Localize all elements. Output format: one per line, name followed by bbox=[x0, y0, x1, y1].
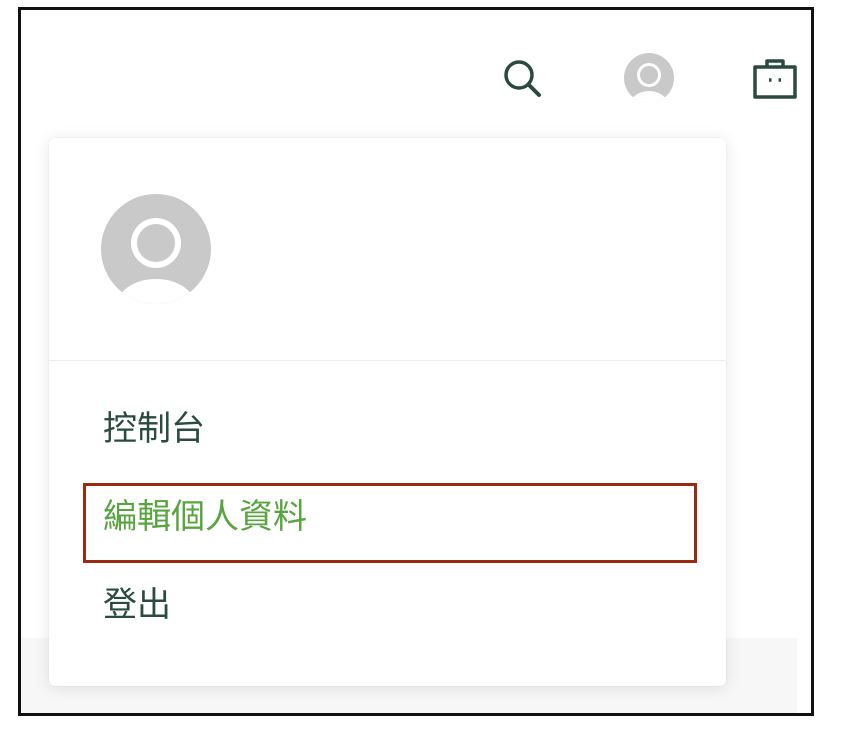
account-dropdown-header bbox=[49, 138, 726, 361]
avatar-icon[interactable] bbox=[624, 53, 674, 103]
screenshot-frame: 控制台 編輯個人資料 登出 bbox=[18, 7, 814, 716]
shopping-bag-icon[interactable] bbox=[750, 53, 800, 103]
account-dropdown-menu: 控制台 編輯個人資料 登出 bbox=[49, 138, 726, 686]
profile-avatar[interactable] bbox=[101, 194, 211, 304]
account-menu-list: 控制台 編輯個人資料 登出 bbox=[49, 361, 726, 649]
menu-item-edit-profile[interactable]: 編輯個人資料 bbox=[49, 473, 726, 561]
search-icon[interactable] bbox=[501, 57, 545, 101]
menu-item-dashboard[interactable]: 控制台 bbox=[49, 385, 726, 473]
menu-item-logout[interactable]: 登出 bbox=[49, 561, 726, 649]
